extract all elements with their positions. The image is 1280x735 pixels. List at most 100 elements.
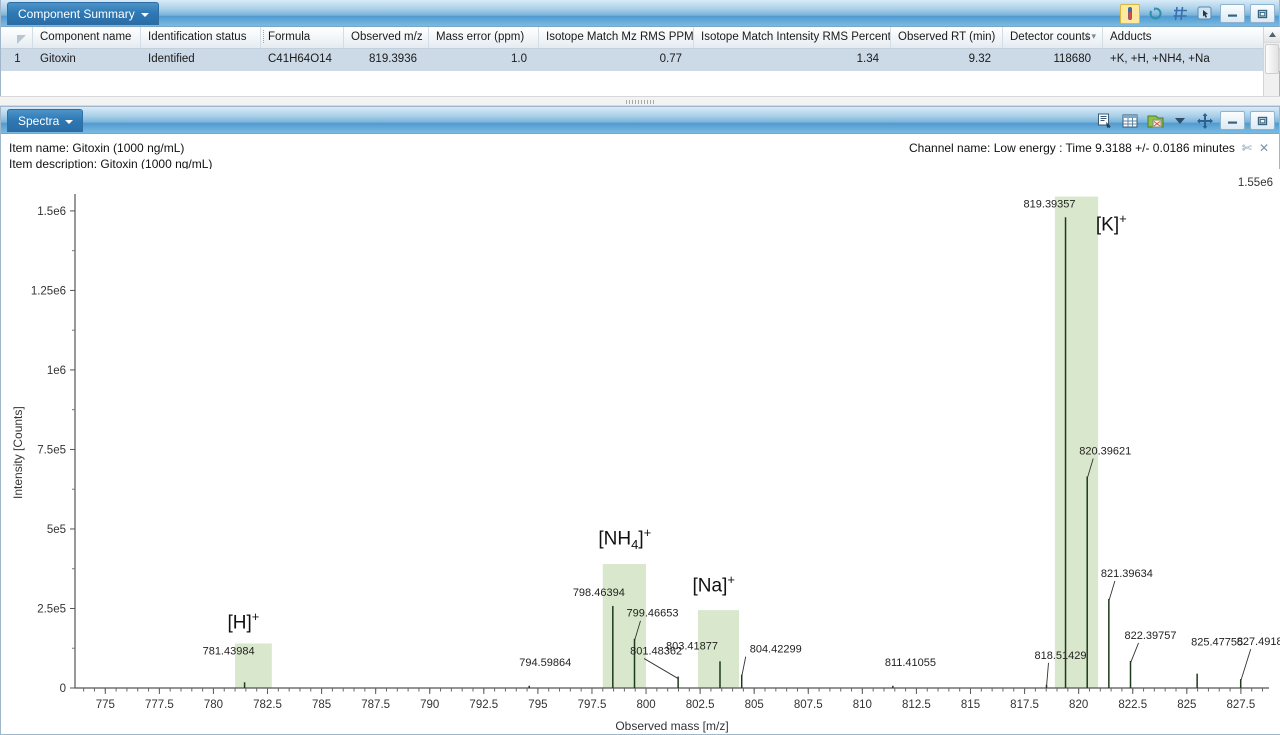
column-header-observed-rt[interactable]: Observed RT (min) <box>891 27 1003 48</box>
column-header-formula[interactable]: Formula <box>261 27 344 48</box>
svg-text:812.5: 812.5 <box>902 699 931 711</box>
spectra-toolbar <box>1095 109 1275 132</box>
cell-isotope-match-intensity-rms-percent[interactable]: 1.34 <box>694 49 891 71</box>
tab-component-summary-label: Component Summary <box>18 7 135 21</box>
svg-text:787.5: 787.5 <box>361 699 390 711</box>
svg-text:782.5: 782.5 <box>253 699 282 711</box>
svg-text:807.5: 807.5 <box>794 699 823 711</box>
restore-button[interactable] <box>1250 4 1275 23</box>
svg-text:775: 775 <box>96 699 115 711</box>
hash-icon[interactable] <box>1170 4 1190 24</box>
adduct-label-h: [H]+ <box>227 608 260 634</box>
column-header-adducts[interactable]: Adducts <box>1103 27 1264 48</box>
scrollbar-thumb[interactable] <box>1265 44 1279 74</box>
grid-header-row: Component name Identification status For… <box>1 27 1280 49</box>
column-header-isotope-match-mz-rms-ppm[interactable]: Isotope Match Mz RMS PPM <box>539 27 694 48</box>
chevron-down-icon[interactable] <box>1170 111 1190 131</box>
svg-text:792.5: 792.5 <box>469 699 498 711</box>
column-grip-icon[interactable] <box>263 30 266 43</box>
cell-formula[interactable]: C41H64O14 <box>261 49 344 71</box>
column-label: Mass error (ppm) <box>436 31 525 43</box>
grid-vertical-scrollbar[interactable] <box>1263 27 1280 98</box>
cell-adducts[interactable]: +K, +H, +NH4, +Na <box>1103 49 1264 71</box>
cell-isotope-match-mz-rms-ppm[interactable]: 0.77 <box>539 49 694 71</box>
svg-text:819.39357: 819.39357 <box>1024 198 1076 210</box>
svg-text:1e6: 1e6 <box>47 365 66 377</box>
column-label: Identification status <box>148 31 247 43</box>
svg-text:810: 810 <box>853 699 872 711</box>
cell-component-name[interactable]: Gitoxin <box>33 49 141 71</box>
svg-text:803.41877: 803.41877 <box>666 640 718 652</box>
svg-text:780: 780 <box>204 699 223 711</box>
spectrum-canvas[interactable]: 0 2.5e5 5e5 7.5e5 1e6 1.25e6 1.5e6 775 777.5 780 7… <box>1 169 1280 734</box>
adduct-label-k: [K]+ <box>1095 211 1127 236</box>
component-summary-panel: Component Summary Component name Identif… <box>0 0 1280 98</box>
column-header-detector-counts[interactable]: Detector counts ⇣▾ <box>1003 27 1103 48</box>
column-header-identification-status[interactable]: Identification status <box>141 27 261 48</box>
svg-text:799.46653: 799.46653 <box>627 608 679 620</box>
svg-text:2.5e5: 2.5e5 <box>37 603 66 615</box>
export-icon[interactable] <box>1145 111 1165 131</box>
mass-spectrum-plot[interactable]: Intensity [Counts] 1.55e6 0 2.5e5 5e5 7.5e5… <box>1 169 1280 734</box>
spectra-item-meta: Item name: Gitoxin (1000 ng/mL) Item des… <box>9 140 212 172</box>
svg-text:822.39757: 822.39757 <box>1125 630 1177 642</box>
svg-text:5e5: 5e5 <box>47 524 66 536</box>
column-header-component-name[interactable]: Component name <box>33 27 141 48</box>
component-summary-grid: Component name Identification status For… <box>1 27 1280 71</box>
tab-component-summary[interactable]: Component Summary <box>7 2 159 25</box>
svg-text:797.5: 797.5 <box>578 699 607 711</box>
chevron-down-icon[interactable] <box>140 13 149 17</box>
report-icon[interactable] <box>1095 111 1115 131</box>
column-label: Isotope Match Mz RMS PPM <box>546 31 694 43</box>
pointer-window-icon[interactable] <box>1195 4 1215 24</box>
recycle-icon[interactable] <box>1145 4 1165 24</box>
vial-icon[interactable] <box>1120 3 1140 24</box>
tab-spectra[interactable]: Spectra <box>7 109 84 132</box>
splitter-grip-icon <box>626 100 654 104</box>
column-header-isotope-match-intensity-rms-percent[interactable]: Isotope Match Intensity RMS Percent <box>694 27 891 48</box>
grid-select-all-corner[interactable] <box>1 27 33 48</box>
svg-text:822.5: 822.5 <box>1118 699 1147 711</box>
column-header-observed-mz[interactable]: Observed m/z <box>344 27 429 48</box>
cell-detector-counts[interactable]: 118680 <box>1003 49 1103 71</box>
svg-text:802.5: 802.5 <box>686 699 715 711</box>
svg-text:827.49185: 827.49185 <box>1237 636 1280 648</box>
cell-observed-rt[interactable]: 9.32 <box>891 49 1003 71</box>
column-header-mass-error[interactable]: Mass error (ppm) <box>429 27 539 48</box>
spectra-titlebar: Spectra <box>1 107 1279 134</box>
pin-icon[interactable]: ✄ <box>1242 141 1252 155</box>
adduct-label-na: [Na]+ <box>692 571 735 596</box>
panel-splitter[interactable] <box>0 96 1280 106</box>
svg-text:794.59864: 794.59864 <box>519 657 571 669</box>
cell-observed-mz[interactable]: 819.3936 <box>344 49 429 71</box>
table-icon[interactable] <box>1120 111 1140 131</box>
svg-text:1.5e6: 1.5e6 <box>37 206 66 218</box>
column-label: Observed RT (min) <box>898 31 996 43</box>
svg-text:795: 795 <box>528 699 547 711</box>
svg-text:Observed mass [m/z]: Observed mass [m/z] <box>615 719 728 733</box>
svg-text:821.39634: 821.39634 <box>1101 568 1153 580</box>
sort-descending-icon[interactable]: ⇣▾ <box>1084 31 1096 42</box>
table-row[interactable]: 1 Gitoxin Identified C41H64O14 819.3936 … <box>1 49 1280 71</box>
minimize-button[interactable] <box>1220 111 1245 130</box>
svg-text:0: 0 <box>60 683 66 695</box>
spectra-panel: Spectra Item name: Gitoxin (1000 ng/mL) … <box>0 106 1280 735</box>
svg-text:817.5: 817.5 <box>1010 699 1039 711</box>
cell-identification-status[interactable]: Identified <box>141 49 261 71</box>
move-icon[interactable] <box>1195 111 1215 131</box>
column-label: Component name <box>40 31 132 43</box>
column-label: Isotope Match Intensity RMS Percent <box>701 31 891 43</box>
svg-text:800: 800 <box>636 699 655 711</box>
item-name: Item name: Gitoxin (1000 ng/mL) <box>9 141 185 155</box>
cell-mass-error[interactable]: 1.0 <box>429 49 539 71</box>
column-label: Adducts <box>1110 31 1152 43</box>
component-summary-titlebar: Component Summary <box>1 0 1279 27</box>
minimize-button[interactable] <box>1220 4 1245 23</box>
chevron-down-icon[interactable] <box>65 120 74 124</box>
column-label: Formula <box>268 31 311 43</box>
restore-button[interactable] <box>1250 111 1275 130</box>
scroll-up-icon[interactable] <box>1264 27 1280 43</box>
close-icon[interactable]: ✕ <box>1259 141 1269 155</box>
channel-info: Channel name: Low energy : Time 9.3188 +… <box>909 141 1269 155</box>
svg-text:781.43984: 781.43984 <box>203 645 255 657</box>
